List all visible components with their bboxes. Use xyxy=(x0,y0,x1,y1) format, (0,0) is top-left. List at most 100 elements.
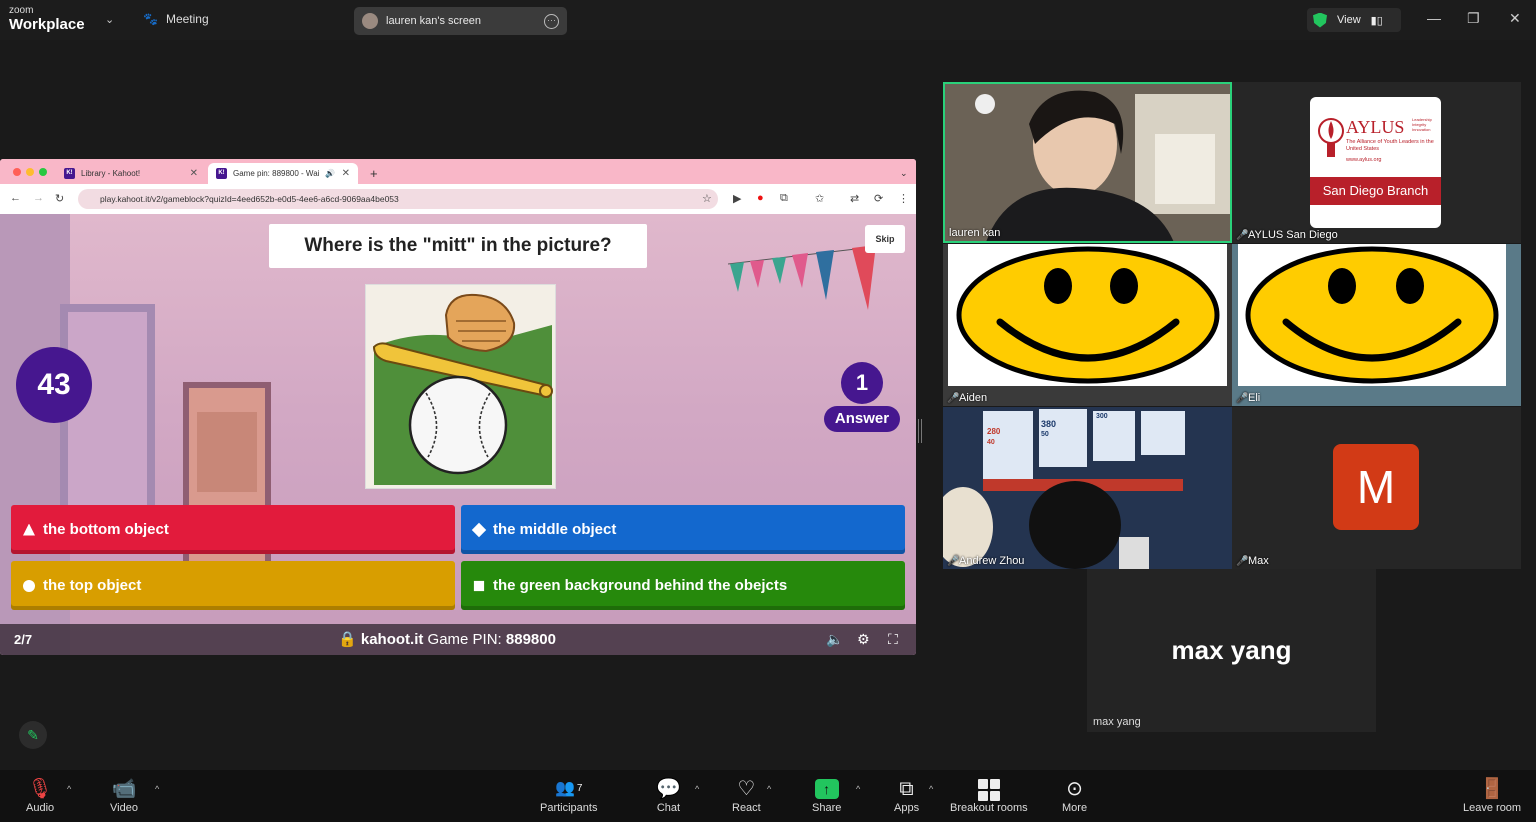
browser-tab[interactable]: K! Library - Kahoot! ✕ xyxy=(56,163,206,184)
share-options-chevron-icon[interactable]: ^ xyxy=(856,784,860,794)
tab-title: Game pin: 889800 - Wai xyxy=(233,169,320,178)
top-bar: zoom Workplace ⌄ 🐾 Meeting lauren kan's … xyxy=(0,0,1536,40)
game-pin-display: 🔒 kahoot.it Game PIN: 889800 xyxy=(338,630,556,648)
answer-option-yellow[interactable]: the top object xyxy=(11,561,455,610)
breakout-rooms-button[interactable]: Breakout rooms xyxy=(950,776,1028,814)
menu-sign-text: 380 xyxy=(1041,419,1057,429)
more-button[interactable]: ⊙ More xyxy=(1062,776,1087,814)
participant-name: 🎤 Andrew Zhou xyxy=(947,555,1025,567)
kahoot-footer: 2/7 🔒 kahoot.it Game PIN: 889800 🔈 ⚙ ⛶ xyxy=(0,624,916,655)
tab-close-icon[interactable]: ✕ xyxy=(342,168,350,179)
window-close-dot[interactable] xyxy=(13,168,21,176)
answer-count-label: Answer xyxy=(824,406,900,432)
reload-icon[interactable]: ↻ xyxy=(55,192,64,205)
leave-room-button[interactable]: 🚪 Leave room xyxy=(1463,776,1521,814)
cast-icon[interactable]: ▶ xyxy=(733,192,741,205)
apps-label: Apps xyxy=(894,802,920,814)
answer-option-blue[interactable]: the middle object xyxy=(461,505,905,554)
close-icon[interactable]: ✕ xyxy=(1509,10,1521,27)
view-button[interactable]: View xyxy=(1337,14,1361,26)
translate-icon[interactable]: ⇄ xyxy=(850,192,859,205)
browser-tab-active[interactable]: K! Game pin: 889800 - Wai 🔊 ✕ xyxy=(208,163,358,184)
fullscreen-icon[interactable]: ⛶ xyxy=(888,631,898,648)
favorites-icon[interactable]: ✩ xyxy=(815,192,824,205)
room-board xyxy=(197,412,257,492)
meeting-label: Meeting xyxy=(165,12,209,26)
tab-audio-icon[interactable]: 🔊 xyxy=(325,169,335,178)
share-arrow-icon: ↑ xyxy=(814,779,839,799)
kahoot-favicon: K! xyxy=(64,168,75,179)
audio-options-chevron-icon[interactable]: ^ xyxy=(67,784,71,794)
extension-icon[interactable]: ⧉ xyxy=(780,192,788,205)
chevron-down-icon[interactable]: ⌄ xyxy=(105,13,114,26)
share-button[interactable]: ↑ Share xyxy=(812,776,841,814)
audio-button[interactable]: 🎙 Audio xyxy=(26,776,54,814)
answer-option-red[interactable]: the bottom object xyxy=(11,505,455,554)
video-tile-andrew-zhou[interactable]: 280 40 380 50 300 🎤 Andrew Zhou xyxy=(943,407,1232,569)
more-dots-icon: ⊙ xyxy=(1066,778,1083,800)
meeting-menu[interactable]: 🐾 Meeting xyxy=(143,12,209,26)
apps-button[interactable]: ⧉ Apps xyxy=(894,776,919,814)
react-button[interactable]: ♡ React xyxy=(732,776,761,814)
new-tab-icon[interactable]: + xyxy=(362,163,386,184)
smiley-face-icon xyxy=(956,246,1220,384)
share-label: Share xyxy=(812,802,842,814)
chat-options-chevron-icon[interactable]: ^ xyxy=(695,784,699,794)
split-resize-handle[interactable] xyxy=(918,419,922,443)
minimize-icon[interactable]: — xyxy=(1427,10,1441,26)
settings-gear-icon[interactable]: ⚙ xyxy=(857,631,870,648)
react-options-chevron-icon[interactable]: ^ xyxy=(767,784,771,794)
sync-icon[interactable]: ⟳ xyxy=(874,192,883,205)
address-bar[interactable]: play.kahoot.it/v2/gameblock?quizId=4eed6… xyxy=(78,189,718,209)
browser-menu-icon[interactable]: ⋮ xyxy=(898,192,909,205)
participant-name: 🎤 Eli xyxy=(1236,392,1261,404)
video-tile-eli[interactable]: 🎤 Eli xyxy=(1232,244,1521,406)
video-options-chevron-icon[interactable]: ^ xyxy=(155,784,159,794)
video-tile-aylus[interactable]: AYLUS Leadership Integrity Innovation Th… xyxy=(1232,82,1521,243)
back-icon[interactable]: ← xyxy=(10,192,21,204)
video-tile-max[interactable]: M 🎤 Max xyxy=(1232,407,1521,569)
video-button[interactable]: 📹 Video xyxy=(110,776,138,814)
aylus-side-words: Leadership Integrity Innovation xyxy=(1412,117,1432,132)
window-zoom-dot[interactable] xyxy=(39,168,47,176)
participant-name: 🎤 Max xyxy=(1236,555,1269,567)
browser-tab-bar: K! Library - Kahoot! ✕ K! Game pin: 8898… xyxy=(0,159,916,184)
video-tile-lauren-kan[interactable]: lauren kan xyxy=(943,82,1232,243)
view-group: View ▮▯ xyxy=(1307,8,1401,32)
skip-button[interactable]: Skip xyxy=(865,225,905,253)
smiley-face-icon xyxy=(1245,246,1499,384)
answer-count: 1 xyxy=(841,362,883,404)
menu-sign-text: 300 xyxy=(1096,413,1108,420)
participants-count: 7 xyxy=(576,783,583,794)
browser-toolbar: ← → ↻ play.kahoot.it/v2/gameblock?quizId… xyxy=(0,184,916,214)
meeting-toolbar: 🎙 Audio ^ 📹 Video ^ 👥 7 Participants 💬 Ch… xyxy=(0,770,1536,822)
restore-icon[interactable]: ❐ xyxy=(1467,10,1480,27)
security-shield-icon[interactable] xyxy=(1313,12,1327,28)
apps-options-chevron-icon[interactable]: ^ xyxy=(929,784,933,794)
view-layout-icon[interactable]: ▮▯ xyxy=(1371,14,1383,27)
forward-icon[interactable]: → xyxy=(33,192,44,204)
bookmark-star-icon[interactable]: ☆ xyxy=(702,192,712,205)
mic-muted-icon: 🎙 xyxy=(27,778,53,800)
sound-icon[interactable]: 🔈 xyxy=(826,631,843,648)
annotate-pencil-icon[interactable]: ✎ xyxy=(19,721,47,749)
kahoot-favicon: K! xyxy=(216,168,227,179)
shared-screen-pill[interactable]: lauren kan's screen ··· xyxy=(354,7,567,35)
participant-name: 🎤 AYLUS San Diego xyxy=(1236,229,1338,241)
video-tile-aiden[interactable]: 🎤 Aiden xyxy=(943,244,1232,406)
breakout-rooms-label: Breakout rooms xyxy=(950,802,1028,814)
pennant-banner xyxy=(728,244,898,310)
more-options-icon[interactable]: ··· xyxy=(544,13,559,29)
window-minimize-dot[interactable] xyxy=(26,168,34,176)
participants-button[interactable]: 👥 7 Participants xyxy=(540,776,597,814)
chat-button[interactable]: 💬 Chat xyxy=(656,776,681,814)
answer-option-green[interactable]: the green background behind the obejcts xyxy=(461,561,905,610)
countdown-timer: 43 xyxy=(16,347,92,423)
zoom-logo[interactable]: zoom Workplace xyxy=(9,6,85,33)
tab-close-icon[interactable]: ✕ xyxy=(190,168,198,179)
tab-search-icon[interactable]: ⌄ xyxy=(892,163,916,184)
more-label: More xyxy=(1062,802,1088,814)
video-tile-max-yang[interactable]: max yang max yang xyxy=(1087,569,1376,732)
opera-extension-icon[interactable]: ● xyxy=(757,192,764,204)
smiley-image xyxy=(948,244,1227,386)
